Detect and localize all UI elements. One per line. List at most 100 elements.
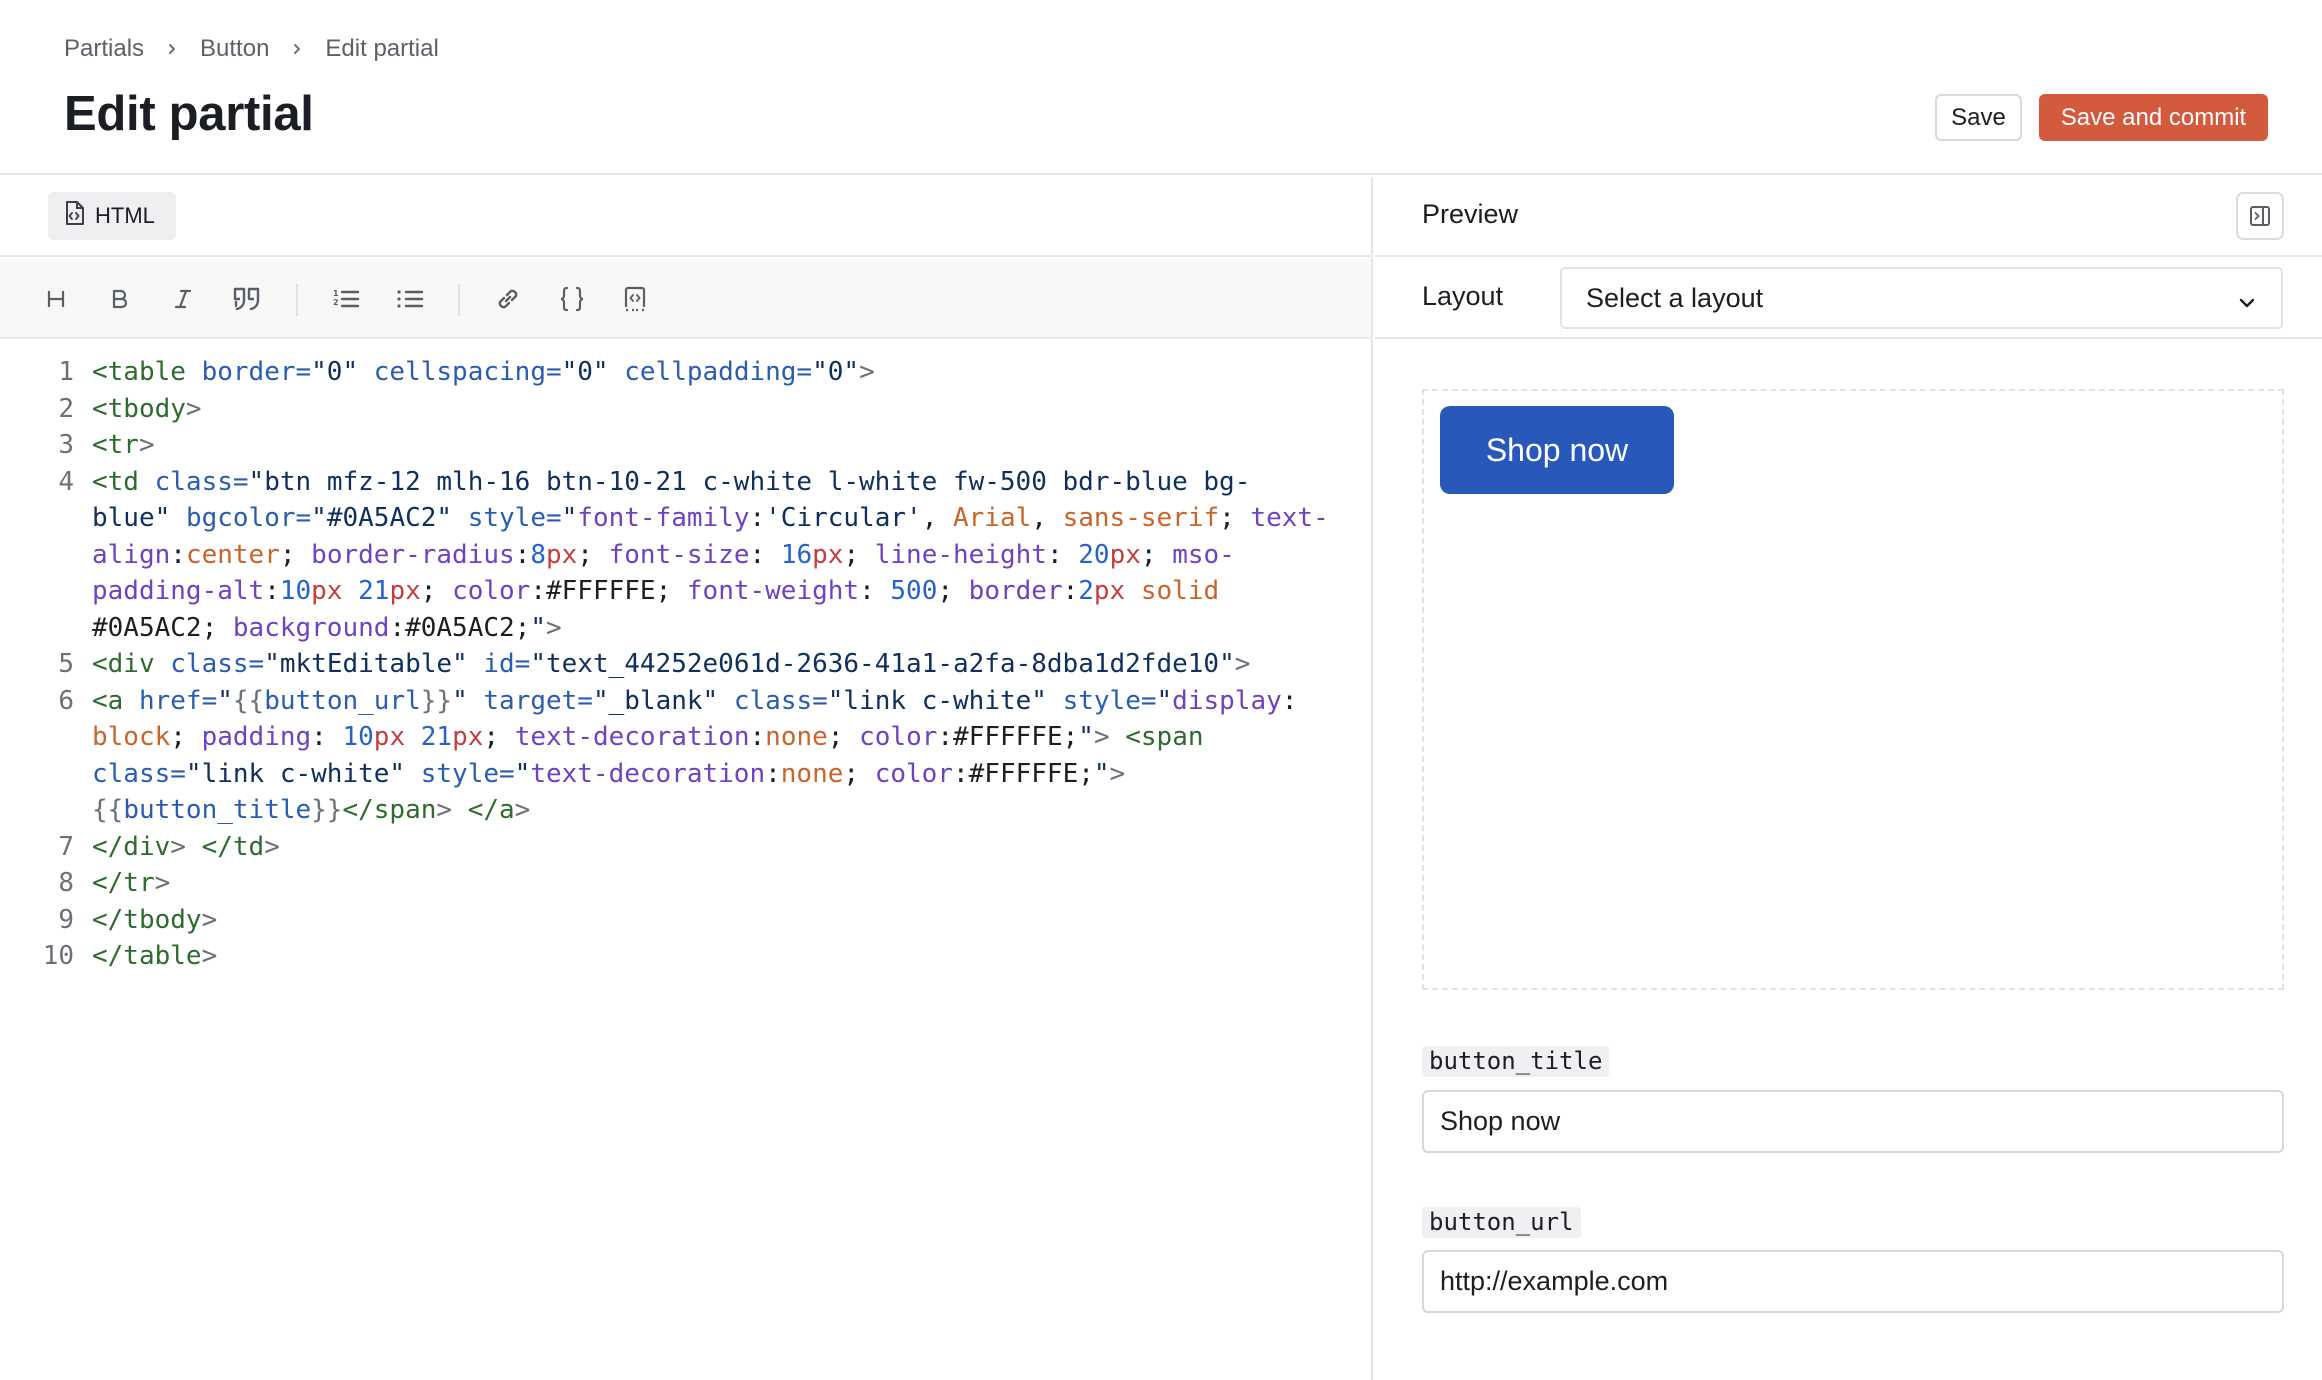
link-button[interactable] <box>488 279 528 319</box>
code-line[interactable]: blue" bgcolor="#0A5AC2" style="font-fami… <box>0 500 1371 537</box>
code-token-attr: button_url <box>264 685 421 716</box>
rendered-shop-now-button[interactable]: Shop now <box>1440 406 1674 494</box>
breadcrumb-edit-partial: Edit partial <box>325 35 439 62</box>
code-line[interactable]: 8 </tr> <box>0 865 1371 902</box>
code-token-attr: button_title <box>123 795 312 825</box>
italic-button[interactable] <box>163 279 203 319</box>
layout-label: Layout <box>1422 281 1504 311</box>
code-line[interactable]: 1 <table border="0" cellspacing="0" cellp… <box>0 354 1371 391</box>
code-text: #0A5AC2; background:#0A5AC2;"> <box>92 610 562 647</box>
code-line[interactable]: 3 <tr> <box>0 427 1371 464</box>
code-token-str: " <box>514 758 531 789</box>
breadcrumb-button[interactable]: Button <box>200 35 269 63</box>
code-token-prop: text- <box>1250 503 1329 533</box>
code-token-prop: font-family <box>577 503 750 533</box>
button-url-input[interactable] <box>1422 1250 2284 1313</box>
code-token-tag: </tbody <box>92 904 202 935</box>
code-line[interactable]: 4 <td class="btn mfz-12 mlh-16 btn-10-21 … <box>0 464 1371 501</box>
code-line[interactable]: class="link c-white" style="text-decorat… <box>0 756 1371 793</box>
toggle-preview-panel-button[interactable] <box>2236 192 2284 240</box>
save-and-commit-button[interactable]: Save and commit <box>2039 94 2268 141</box>
braces-icon <box>560 286 584 312</box>
code-token-plain: ; <box>843 758 875 789</box>
code-token-plain: : <box>765 758 781 789</box>
preview-title: Preview <box>1422 199 1519 229</box>
code-token-prop: font-size <box>608 539 750 570</box>
code-token-punct: > <box>138 430 155 460</box>
code-token-prop: font-weight <box>686 576 860 606</box>
code-token-punct: > <box>859 357 875 387</box>
layout-select[interactable]: Select a layout <box>1560 267 2283 329</box>
quote-button[interactable] <box>227 279 267 319</box>
code-line[interactable]: 5 <div class="mktEditable" id="text_44252… <box>0 646 1371 683</box>
code-token-plain: :#FFFFFE; <box>937 722 1079 752</box>
code-token-attr: style= <box>420 758 515 789</box>
heading-button[interactable] <box>36 279 76 319</box>
code-token-punct: > <box>201 904 218 935</box>
code-text: block; padding: 10px 21px; text-decorati… <box>92 719 1204 756</box>
bullet-list-button[interactable] <box>390 279 430 319</box>
code-token-punct: {{ <box>232 685 265 716</box>
chevron-down-icon <box>2237 289 2257 320</box>
code-line[interactable]: 10 </table> <box>0 938 1371 975</box>
code-line[interactable]: 6 <a href="{{button_url}}" target="_blank… <box>0 683 1371 720</box>
code-token-tag: <tbody <box>92 393 186 424</box>
code-token-str: " <box>530 612 546 643</box>
tab-html-label: HTML <box>95 203 155 228</box>
code-block-button[interactable] <box>615 279 655 319</box>
code-token-num: 2 <box>1078 576 1094 606</box>
bold-button[interactable] <box>100 279 140 319</box>
code-line[interactable]: {{button_title}}</span> </a> <box>0 792 1371 829</box>
code-text: <a href="{{button_url}}" target="_blank"… <box>92 683 1297 720</box>
code-token-str: "0" <box>812 357 860 387</box>
braces-button[interactable] <box>552 279 592 319</box>
heading-icon <box>47 291 65 307</box>
code-line[interactable]: block; padding: 10px 21px; text-decorati… <box>0 719 1371 756</box>
code-token-punct: > <box>185 393 202 424</box>
code-token-kw: block <box>92 722 171 752</box>
code-token-num: 10 <box>279 576 312 606</box>
code-token-punct: }} <box>311 795 343 825</box>
code-token-plain: ; <box>170 722 202 752</box>
code-token-plain: : <box>749 722 766 752</box>
code-line[interactable]: 7 </div> </td> <box>0 829 1371 866</box>
editor-tab-bar: HTML <box>0 177 1371 257</box>
code-token-plain: ; <box>843 539 875 570</box>
code-token-tag: </a <box>467 795 515 825</box>
code-token-attr: bgcolor= <box>185 503 312 533</box>
code-line[interactable]: align:center; border-radius:8px; font-si… <box>0 537 1371 574</box>
code-editor[interactable]: 1 <table border="0" cellspacing="0" cellp… <box>0 354 1371 975</box>
code-token-str: "#0A5AC2" <box>311 503 453 533</box>
line-number: 10 <box>42 941 74 971</box>
toolbar-divider <box>458 284 460 316</box>
code-line[interactable]: 2 <tbody> <box>0 391 1371 428</box>
save-button[interactable]: Save <box>1935 94 2022 141</box>
ordered-list-button[interactable]: 12 <box>326 279 366 319</box>
code-text: align:center; border-radius:8px; font-si… <box>92 537 1235 574</box>
toolbar-divider <box>296 284 298 316</box>
link-icon <box>498 289 518 309</box>
code-line[interactable]: padding-alt:10px 21px; color:#FFFFFE; fo… <box>0 573 1371 610</box>
code-token-prop: padding <box>201 722 312 752</box>
tab-html[interactable]: HTML <box>48 192 176 240</box>
code-line[interactable]: #0A5AC2; background:#0A5AC2;"> <box>0 610 1371 647</box>
code-token-punct: > <box>545 612 562 643</box>
code-token-plain: #0A5AC2; <box>92 612 233 643</box>
code-token-prop: align <box>92 539 171 570</box>
chevron-right-icon <box>291 42 303 56</box>
quote-icon <box>233 287 260 311</box>
code-token-attr: cellpadding= <box>624 357 813 387</box>
code-token-punct: > <box>436 795 468 825</box>
code-line[interactable]: 9 </tbody> <box>0 902 1371 939</box>
code-token-plain: ; <box>1219 503 1251 533</box>
breadcrumb-partials[interactable]: Partials <box>64 35 144 63</box>
button-title-input[interactable] <box>1422 1090 2284 1153</box>
